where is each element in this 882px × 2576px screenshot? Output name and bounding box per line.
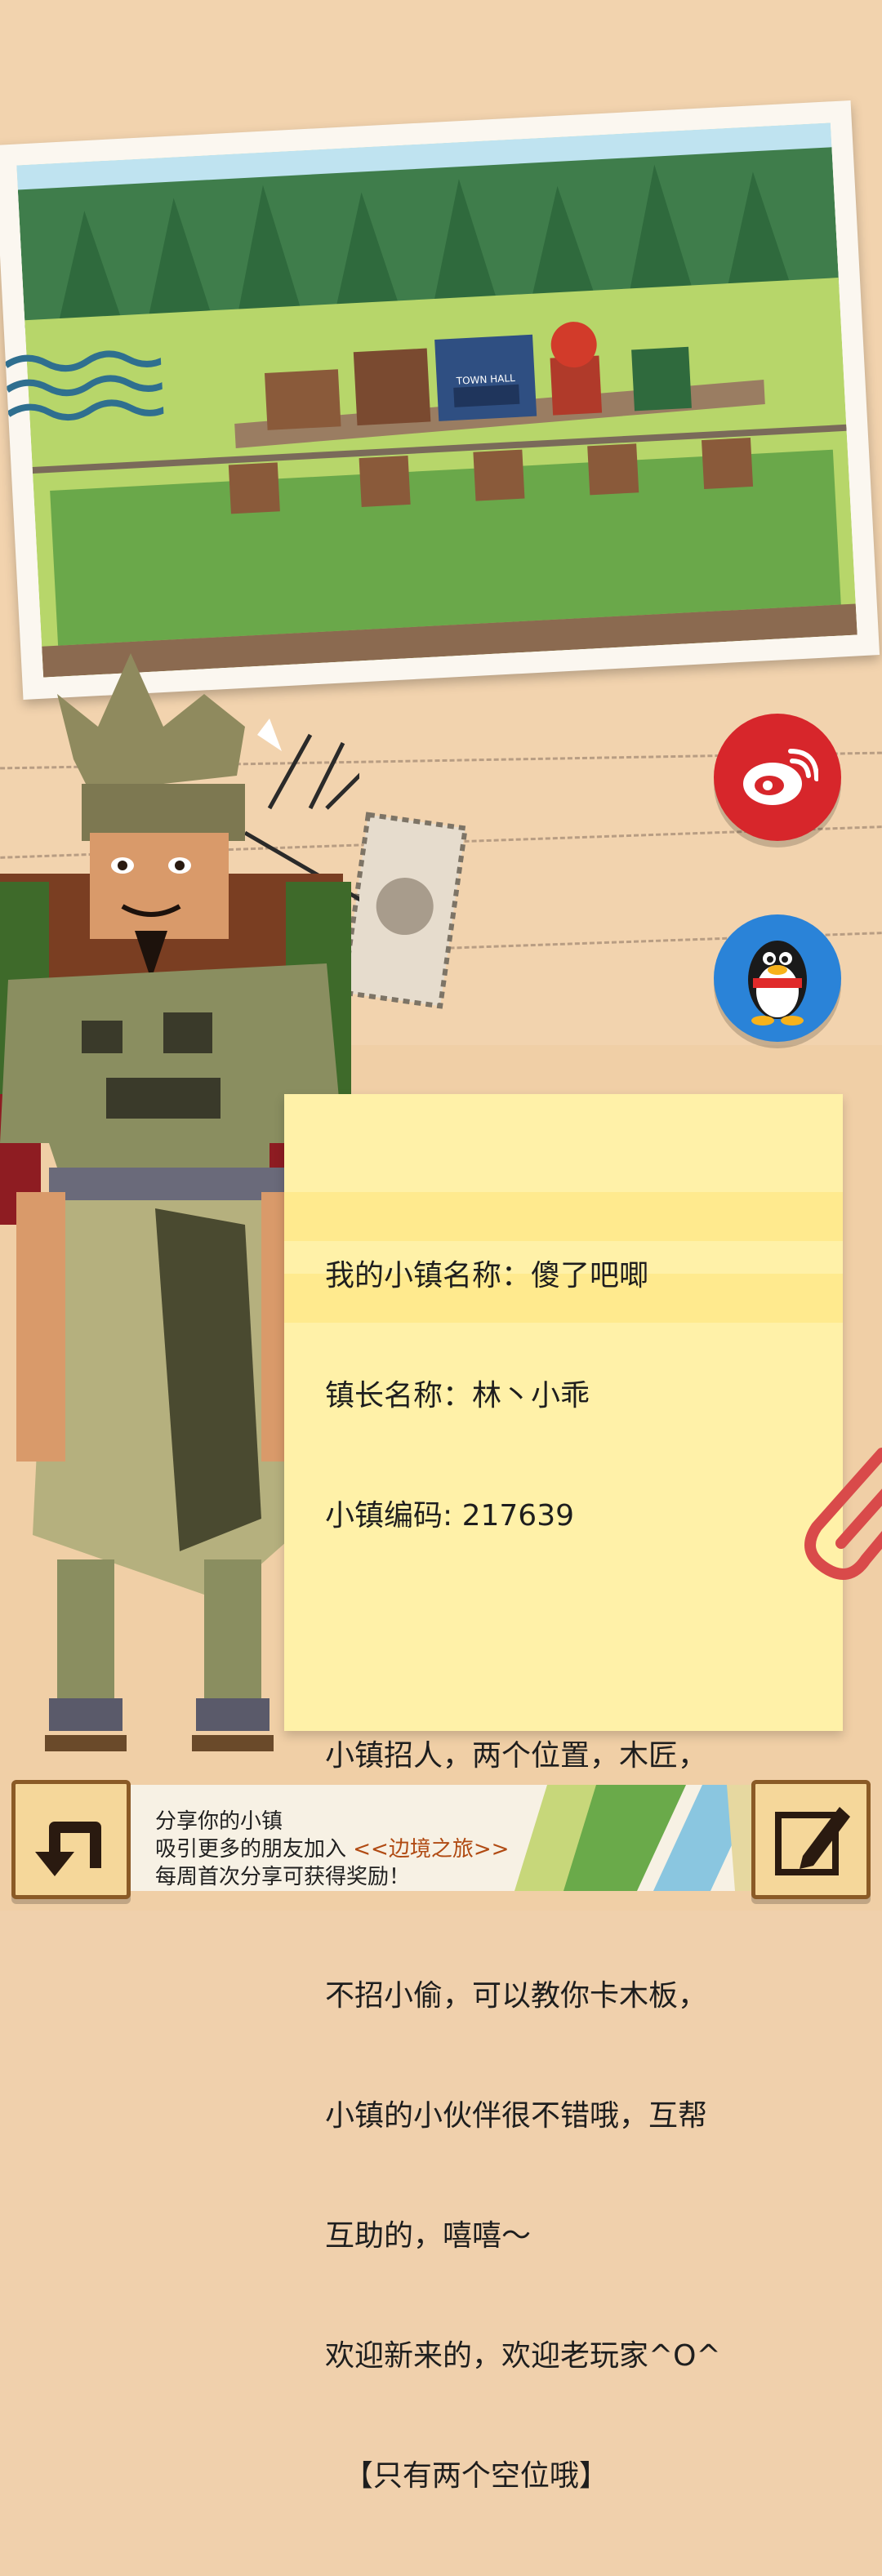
- description-line: 【只有两个空位哦】: [325, 2459, 608, 2493]
- game-name-highlight: <<边境之旅>>: [353, 1837, 510, 1862]
- strip-decoration: [514, 1785, 776, 1891]
- town-code-line: 小镇编码: 217639: [325, 1499, 574, 1533]
- share-qq-button[interactable]: [714, 914, 841, 1042]
- share-title: 分享你的小镇: [155, 1809, 283, 1834]
- share-reward-line: 每周首次分享可获得奖励！: [155, 1865, 411, 1889]
- qq-penguin-icon: [748, 941, 807, 1026]
- description-line: 小镇招人，两个位置，木匠，: [325, 1739, 708, 1773]
- share-weibo-button[interactable]: [714, 714, 841, 841]
- edit-pencil-icon: [775, 1807, 850, 1875]
- back-arrow-icon: [35, 1822, 101, 1876]
- description-line: 互助的，嘻嘻～: [325, 2219, 532, 2253]
- edit-button[interactable]: [751, 1780, 871, 1899]
- share-invite-line: 吸引更多的朋友加入 <<边境之旅>>: [155, 1835, 509, 1863]
- paper-clip: [804, 1448, 882, 1580]
- mayor-name-line: 镇长名称：林丶小乖: [325, 1379, 590, 1413]
- town-name-line: 我的小镇名称：傻了吧唧: [325, 1259, 649, 1292]
- weibo-icon: [743, 749, 818, 805]
- share-invite-prefix: 吸引更多的朋友加入: [155, 1837, 354, 1862]
- back-button[interactable]: [11, 1780, 131, 1899]
- town-description-note: 我的小镇名称：傻了吧唧 镇长名称：林丶小乖 小镇编码: 217639 小镇招人，…: [284, 1094, 843, 2493]
- share-info-text: 分享你的小镇 吸引更多的朋友加入 <<边境之旅>> 每周首次分享可获得奖励！: [155, 1808, 509, 1891]
- share-info-strip: 分享你的小镇 吸引更多的朋友加入 <<边境之旅>> 每周首次分享可获得奖励！: [57, 1785, 776, 1891]
- description-line: 欢迎新来的，欢迎老玩家^O^: [325, 2339, 721, 2373]
- postmark-waves: [5, 350, 165, 421]
- share-footer: 分享你的小镇 吸引更多的朋友加入 <<边境之旅>> 每周首次分享可获得奖励！: [0, 1772, 882, 1911]
- description-line: 不招小偷，可以教你卡木板，: [325, 1979, 708, 2013]
- town-photo: TOWN HALL: [0, 100, 880, 701]
- description-line: 小镇的小伙伴很不错哦，互帮: [325, 2099, 708, 2133]
